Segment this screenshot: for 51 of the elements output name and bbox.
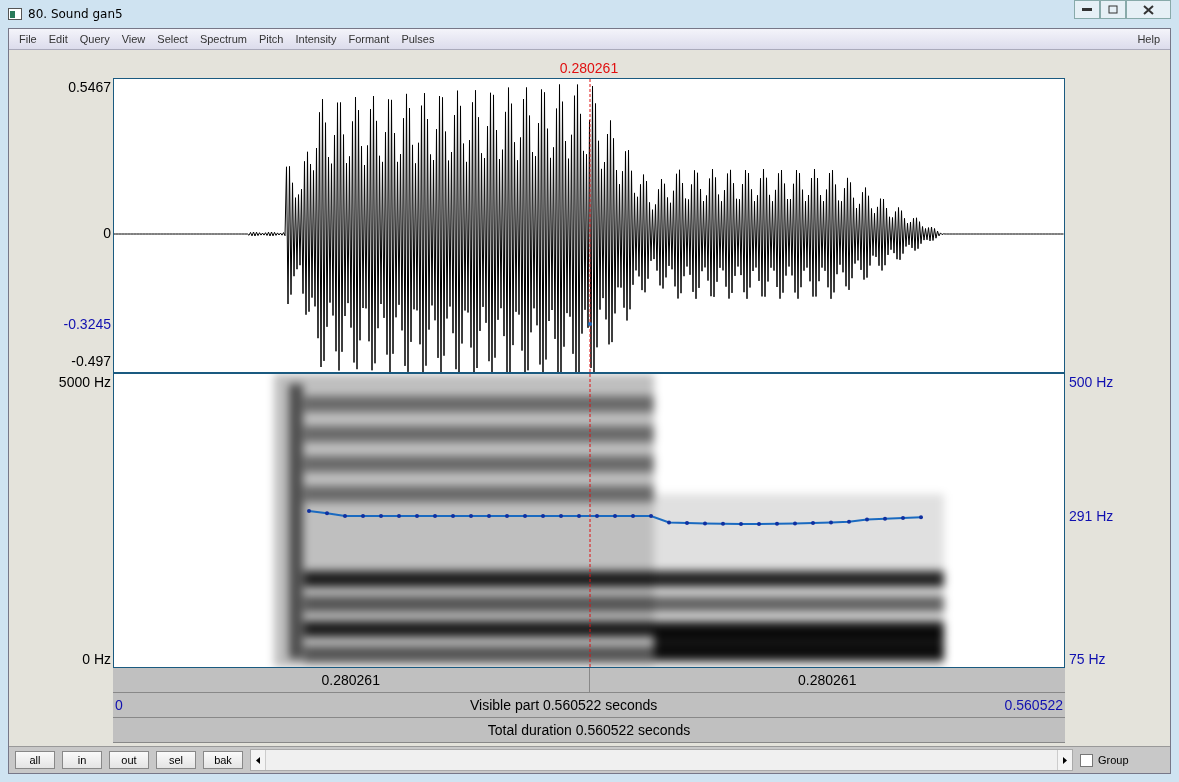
left-arrow-icon <box>256 756 260 764</box>
menu-item[interactable]: Select <box>151 33 194 45</box>
time-value: 0.280261 <box>798 672 857 688</box>
pitch-label: 75 Hz <box>1069 651 1106 668</box>
app-icon <box>8 8 22 20</box>
frequency-label: 5000 Hz <box>58 373 111 390</box>
visible-part-bar[interactable]: 0 Visible part 0.560522 seconds 0.560522 <box>113 693 1065 718</box>
total-duration-text: Total duration 0.560522 seconds <box>487 722 691 738</box>
minimize-button[interactable] <box>1074 0 1100 19</box>
total-duration-bar[interactable]: Total duration 0.560522 seconds <box>113 718 1065 743</box>
right-arrow-icon <box>1063 756 1067 764</box>
time-value: 0.280261 <box>321 672 380 688</box>
visible-part-text: Visible part 0.560522 seconds <box>470 697 658 713</box>
cursor-time: 0.280261 <box>559 60 619 76</box>
time-bar[interactable]: 0.280261 0.280261 <box>113 668 1065 693</box>
close-button[interactable] <box>1126 0 1171 19</box>
start-time: 0 <box>115 697 123 713</box>
minimize-icon <box>1082 7 1092 12</box>
menu-item[interactable]: Pitch <box>253 33 290 45</box>
menu-item[interactable]: Intensity <box>289 33 343 45</box>
zoom-button[interactable]: bak <box>203 751 243 769</box>
scroll-left-button[interactable] <box>251 750 265 770</box>
menu-item[interactable]: Pulses <box>395 33 441 45</box>
zoom-button[interactable]: all <box>15 751 55 769</box>
cursor-marker <box>588 322 592 326</box>
menu-item[interactable]: Query <box>73 33 116 45</box>
zoom-button[interactable]: in <box>62 751 102 769</box>
menu-item[interactable]: Edit <box>42 33 74 45</box>
group-label: Group <box>1098 754 1129 766</box>
scroll-right-button[interactable] <box>1058 750 1072 770</box>
scrollbar[interactable] <box>250 749 1073 771</box>
close-icon <box>1143 4 1154 15</box>
help-menu[interactable]: Help <box>1131 33 1166 45</box>
amplitude-label: -0.497 <box>71 353 111 370</box>
menu-item[interactable]: Formant <box>342 33 396 45</box>
window-title: 80. Sound gan5 <box>28 7 124 21</box>
menu-item[interactable]: Spectrum <box>193 33 253 45</box>
zoom-button[interactable]: out <box>109 751 149 769</box>
frequency-label: 0 Hz <box>82 651 111 668</box>
end-time: 0.560522 <box>1004 697 1063 713</box>
menu-item[interactable]: View <box>115 33 152 45</box>
amplitude-label: 0.5467 <box>68 78 111 95</box>
maximize-icon <box>1108 5 1118 14</box>
menu-item[interactable]: File <box>13 33 43 45</box>
zoom-button[interactable]: sel <box>156 751 196 769</box>
spectrogram-panel[interactable] <box>113 373 1065 668</box>
pitch-label: 500 Hz <box>1069 373 1114 390</box>
pitch-label: 291 Hz <box>1069 508 1114 525</box>
group-checkbox[interactable] <box>1080 753 1093 767</box>
amplitude-label: 0 <box>103 224 111 241</box>
amplitude-label: -0.3245 <box>63 316 111 333</box>
